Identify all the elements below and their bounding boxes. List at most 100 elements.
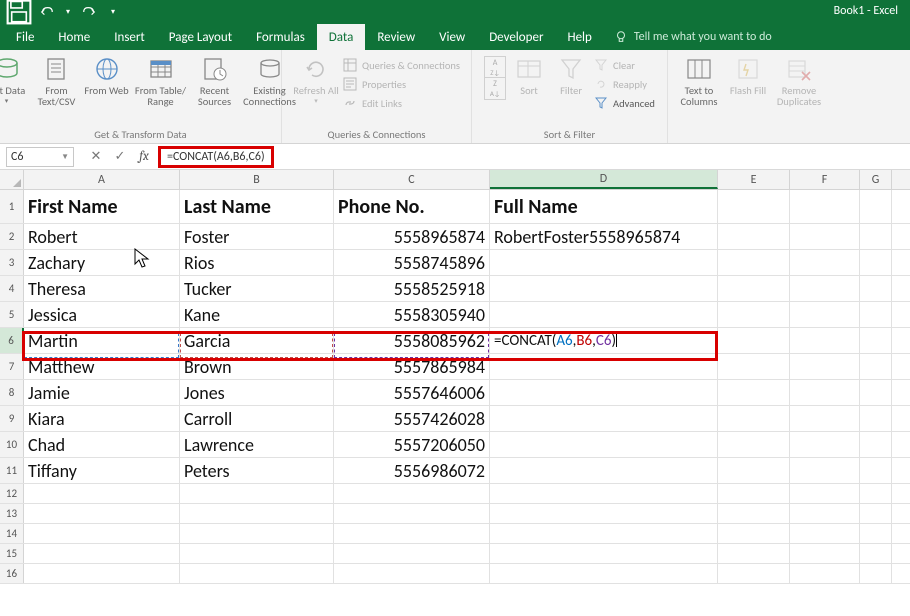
cell-b2[interactable]: Foster bbox=[180, 224, 334, 249]
cell-e7[interactable] bbox=[718, 354, 790, 379]
cell-f3[interactable] bbox=[790, 250, 860, 275]
cell-e14[interactable] bbox=[718, 524, 790, 543]
cell-f15[interactable] bbox=[790, 544, 860, 563]
formula-input[interactable]: =CONCAT(A6,B6,C6) bbox=[158, 146, 274, 168]
tab-help[interactable]: Help bbox=[555, 24, 603, 50]
cell-g8[interactable] bbox=[860, 380, 892, 405]
cell-d7[interactable] bbox=[490, 354, 718, 379]
sort-asc-button[interactable]: AZ↓ bbox=[484, 56, 506, 78]
tab-page-layout[interactable]: Page Layout bbox=[157, 24, 244, 50]
cell-a7[interactable]: Matthew bbox=[24, 354, 180, 379]
cell-d9[interactable] bbox=[490, 406, 718, 431]
cell-a11[interactable]: Tiffany bbox=[24, 458, 180, 483]
row-header-7[interactable]: 7 bbox=[0, 354, 24, 379]
clear-filter-item[interactable]: Clear bbox=[594, 56, 655, 74]
cell-e13[interactable] bbox=[718, 504, 790, 523]
worksheet-grid[interactable]: A B C D E F G 1 First Name Last Name Pho… bbox=[0, 170, 910, 584]
cell-b13[interactable] bbox=[180, 504, 334, 523]
cell-c15[interactable] bbox=[334, 544, 490, 563]
cell-d11[interactable] bbox=[490, 458, 718, 483]
cell-g13[interactable] bbox=[860, 504, 892, 523]
cell-d10[interactable] bbox=[490, 432, 718, 457]
cell-g2[interactable] bbox=[860, 224, 892, 249]
cell-b14[interactable] bbox=[180, 524, 334, 543]
tab-view[interactable]: View bbox=[427, 24, 477, 50]
cell-d13[interactable] bbox=[490, 504, 718, 523]
cell-f11[interactable] bbox=[790, 458, 860, 483]
tab-home[interactable]: Home bbox=[46, 24, 102, 50]
cell-b10[interactable]: Lawrence bbox=[180, 432, 334, 457]
sort-desc-button[interactable]: ZA↓ bbox=[484, 78, 506, 100]
cell-f9[interactable] bbox=[790, 406, 860, 431]
refresh-all-button[interactable]: Refresh All▾ bbox=[293, 54, 339, 104]
cell-g4[interactable] bbox=[860, 276, 892, 301]
cell-c11[interactable]: 5556986072 bbox=[334, 458, 490, 483]
name-box[interactable]: C6 ▼ bbox=[6, 147, 74, 167]
cell-c14[interactable] bbox=[334, 524, 490, 543]
row-header-16[interactable]: 16 bbox=[0, 564, 24, 583]
cell-g10[interactable] bbox=[860, 432, 892, 457]
row-header-10[interactable]: 10 bbox=[0, 432, 24, 457]
col-header-f[interactable]: F bbox=[790, 170, 860, 189]
properties-item[interactable]: Properties bbox=[343, 75, 460, 93]
cell-a15[interactable] bbox=[24, 544, 180, 563]
cell-c9[interactable]: 5557426028 bbox=[334, 406, 490, 431]
cell-e6[interactable] bbox=[718, 328, 790, 353]
flash-fill-button[interactable]: Flash Fill bbox=[728, 54, 768, 96]
cell-e5[interactable] bbox=[718, 302, 790, 327]
row-header-11[interactable]: 11 bbox=[0, 458, 24, 483]
cell-f4[interactable] bbox=[790, 276, 860, 301]
cell-d12[interactable] bbox=[490, 484, 718, 503]
cell-f16[interactable] bbox=[790, 564, 860, 583]
cell-e12[interactable] bbox=[718, 484, 790, 503]
col-header-a[interactable]: A bbox=[24, 170, 180, 189]
cell-f8[interactable] bbox=[790, 380, 860, 405]
cell-g14[interactable] bbox=[860, 524, 892, 543]
cell-e1[interactable] bbox=[718, 190, 790, 223]
sort-button[interactable]: Sort bbox=[510, 54, 548, 96]
cell-e11[interactable] bbox=[718, 458, 790, 483]
cell-d2[interactable]: RobertFoster5558965874 bbox=[490, 224, 718, 249]
cell-f2[interactable] bbox=[790, 224, 860, 249]
col-header-b[interactable]: B bbox=[180, 170, 334, 189]
cell-b1[interactable]: Last Name bbox=[180, 190, 334, 223]
row-header-8[interactable]: 8 bbox=[0, 380, 24, 405]
cell-g11[interactable] bbox=[860, 458, 892, 483]
remove-duplicates-button[interactable]: Remove Duplicates bbox=[772, 54, 826, 107]
cell-c16[interactable] bbox=[334, 564, 490, 583]
cell-c4[interactable]: 5558525918 bbox=[334, 276, 490, 301]
cell-c1[interactable]: Phone No. bbox=[334, 190, 490, 223]
row-header-5[interactable]: 5 bbox=[0, 302, 24, 327]
col-header-g[interactable]: G bbox=[860, 170, 892, 189]
cell-b5[interactable]: Kane bbox=[180, 302, 334, 327]
cell-c5[interactable]: 5558305940 bbox=[334, 302, 490, 327]
cell-d14[interactable] bbox=[490, 524, 718, 543]
tab-file[interactable]: File bbox=[4, 24, 46, 50]
tab-developer[interactable]: Developer bbox=[477, 24, 555, 50]
cell-g1[interactable] bbox=[860, 190, 892, 223]
row-header-4[interactable]: 4 bbox=[0, 276, 24, 301]
tab-insert[interactable]: Insert bbox=[102, 24, 157, 50]
cell-e2[interactable] bbox=[718, 224, 790, 249]
cell-d16[interactable] bbox=[490, 564, 718, 583]
from-web-button[interactable]: From Web bbox=[84, 54, 130, 96]
enter-formula-button[interactable]: ✓ bbox=[108, 147, 132, 167]
row-header-15[interactable]: 15 bbox=[0, 544, 24, 563]
cell-g3[interactable] bbox=[860, 250, 892, 275]
cell-e4[interactable] bbox=[718, 276, 790, 301]
row-header-12[interactable]: 12 bbox=[0, 484, 24, 503]
cell-d6[interactable]: =CONCAT(A6,B6,C6) bbox=[490, 328, 718, 353]
cell-e3[interactable] bbox=[718, 250, 790, 275]
row-header-14[interactable]: 14 bbox=[0, 524, 24, 543]
edit-links-item[interactable]: Edit Links bbox=[343, 94, 460, 112]
cell-a12[interactable] bbox=[24, 484, 180, 503]
cell-f12[interactable] bbox=[790, 484, 860, 503]
row-header-2[interactable]: 2 bbox=[0, 224, 24, 249]
cell-b11[interactable]: Peters bbox=[180, 458, 334, 483]
undo-button[interactable] bbox=[34, 2, 60, 22]
get-data-button[interactable]: Get Data▾ bbox=[0, 54, 30, 104]
tab-data[interactable]: Data bbox=[317, 24, 366, 50]
cell-c12[interactable] bbox=[334, 484, 490, 503]
from-table-range-button[interactable]: From Table/ Range bbox=[134, 54, 188, 107]
cell-f5[interactable] bbox=[790, 302, 860, 327]
